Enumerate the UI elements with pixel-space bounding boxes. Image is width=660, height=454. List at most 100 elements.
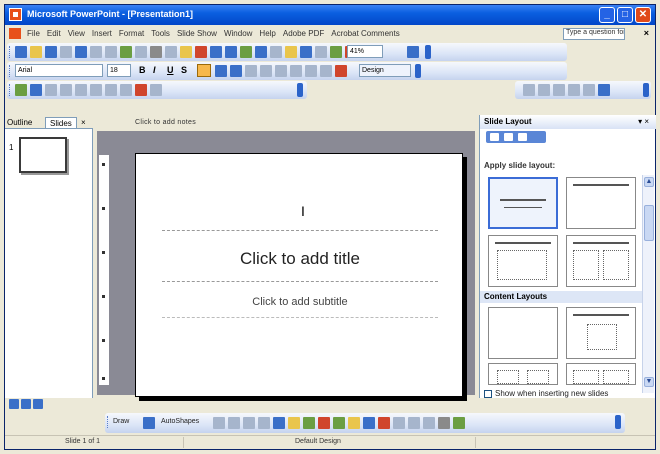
increase-font-icon[interactable] [275, 65, 287, 77]
toolbar-grip[interactable] [9, 65, 12, 77]
menu-help[interactable]: Help [259, 29, 275, 38]
expand-all-icon[interactable] [300, 46, 312, 58]
show-when-inserting-option[interactable]: Show when inserting new slides [484, 389, 608, 398]
reviewers-icon[interactable] [30, 84, 42, 96]
toolbar-options[interactable] [615, 415, 621, 429]
oval-icon[interactable] [258, 417, 270, 429]
font-size-select[interactable]: 18 [107, 64, 131, 77]
help-search-input[interactable]: Type a question for help [563, 28, 625, 40]
spelling-icon[interactable] [120, 46, 132, 58]
dash-style-icon[interactable] [408, 417, 420, 429]
underline-button[interactable]: U [167, 64, 174, 77]
shadow-style-icon[interactable] [438, 417, 450, 429]
rectangle-icon[interactable] [243, 417, 255, 429]
maximize-button[interactable]: □ [617, 7, 633, 23]
cut-icon[interactable] [150, 46, 162, 58]
menu-format[interactable]: Format [119, 29, 144, 38]
document-icon[interactable] [9, 28, 21, 39]
font-name-select[interactable]: Arial [15, 64, 103, 77]
toolbar-options[interactable] [297, 83, 303, 97]
normal-view-icon[interactable] [9, 399, 19, 409]
menu-file[interactable]: File [27, 29, 40, 38]
insert-chart-icon[interactable] [240, 46, 252, 58]
text-box-icon[interactable] [273, 417, 285, 429]
task-pane-controls[interactable]: ▾ × [638, 115, 649, 129]
forward-icon[interactable] [538, 84, 550, 96]
toolbar-options[interactable] [425, 45, 431, 59]
align-left-button[interactable] [197, 64, 211, 77]
show-grid-icon[interactable] [330, 46, 342, 58]
task-pane-scrollbar[interactable]: ▲ ▼ [642, 175, 654, 393]
menu-adobe-pdf[interactable]: Adobe PDF [283, 29, 324, 38]
italic-button[interactable]: I [153, 64, 156, 77]
zoom-box[interactable]: 41% [347, 45, 383, 58]
tab-slides[interactable]: Slides [45, 117, 77, 128]
save-icon[interactable] [45, 46, 57, 58]
increase-indent-icon[interactable] [320, 65, 332, 77]
menu-window[interactable]: Window [224, 29, 252, 38]
paste-icon[interactable] [180, 46, 192, 58]
layout-four-content[interactable] [566, 363, 636, 385]
unapply-icon[interactable] [90, 84, 102, 96]
menu-slide-show[interactable]: Slide Show [177, 29, 217, 38]
print-preview-icon[interactable] [105, 46, 117, 58]
autoshapes-menu[interactable]: AutoShapes [161, 418, 199, 425]
line-icon[interactable] [213, 417, 225, 429]
tab-outline[interactable]: Outline [7, 117, 32, 128]
decrease-indent-icon[interactable] [305, 65, 317, 77]
forward-icon[interactable] [504, 133, 513, 141]
diagram-icon[interactable] [303, 417, 315, 429]
edit-comment-icon[interactable] [120, 84, 132, 96]
open-icon[interactable] [30, 46, 42, 58]
draw-menu[interactable]: Draw [113, 418, 129, 425]
arrow-style-icon[interactable] [423, 417, 435, 429]
line-color-icon[interactable] [363, 417, 375, 429]
design-button[interactable]: Design [359, 64, 411, 77]
toolbar-grip[interactable] [9, 84, 12, 96]
scroll-thumb[interactable] [644, 205, 654, 241]
toolbar-grip[interactable] [107, 416, 110, 428]
toolbar-grip[interactable] [9, 46, 12, 58]
close-document-button[interactable]: × [644, 28, 649, 38]
layout-title-slide[interactable] [488, 177, 558, 229]
show-formatting-icon[interactable] [315, 46, 327, 58]
decrease-font-icon[interactable] [290, 65, 302, 77]
research-icon[interactable] [135, 46, 147, 58]
layout-title-text[interactable] [488, 235, 558, 287]
title-placeholder[interactable]: Click to add title [162, 230, 438, 282]
bullets-icon[interactable] [260, 65, 272, 77]
line-style-icon[interactable] [393, 417, 405, 429]
delete-comment-icon[interactable] [135, 84, 147, 96]
insert-hyperlink-icon[interactable] [285, 46, 297, 58]
permission-icon[interactable] [60, 46, 72, 58]
tables-borders-icon[interactable] [270, 46, 282, 58]
3d-style-icon[interactable] [453, 417, 465, 429]
home-icon[interactable] [518, 133, 527, 141]
insert-table-icon[interactable] [255, 46, 267, 58]
font-color-icon[interactable] [378, 417, 390, 429]
slide-thumbnail[interactable] [19, 137, 67, 173]
next-item-icon[interactable] [60, 84, 72, 96]
print-icon[interactable] [90, 46, 102, 58]
scroll-down-icon[interactable]: ▼ [644, 377, 654, 387]
layout-content-row[interactable] [488, 363, 558, 385]
insert-picture-icon[interactable] [333, 417, 345, 429]
redo-icon[interactable] [225, 46, 237, 58]
home-icon[interactable] [583, 84, 595, 96]
refresh-icon[interactable] [568, 84, 580, 96]
layout-two-column-text[interactable] [566, 235, 636, 287]
bold-button[interactable]: B [139, 64, 146, 77]
help-icon[interactable] [407, 46, 419, 58]
slide-show-view-icon[interactable] [33, 399, 43, 409]
copy-icon[interactable] [165, 46, 177, 58]
undo-icon[interactable] [210, 46, 222, 58]
email-icon[interactable] [75, 46, 87, 58]
minimize-button[interactable]: _ [599, 7, 615, 23]
wordart-icon[interactable] [288, 417, 300, 429]
powerpoint-app-icon[interactable] [9, 8, 22, 21]
stop-icon[interactable] [553, 84, 565, 96]
font-color-icon[interactable] [335, 65, 347, 77]
menu-tools[interactable]: Tools [151, 29, 170, 38]
layout-blank[interactable] [488, 307, 558, 359]
show-when-inserting-checkbox[interactable] [484, 389, 492, 398]
